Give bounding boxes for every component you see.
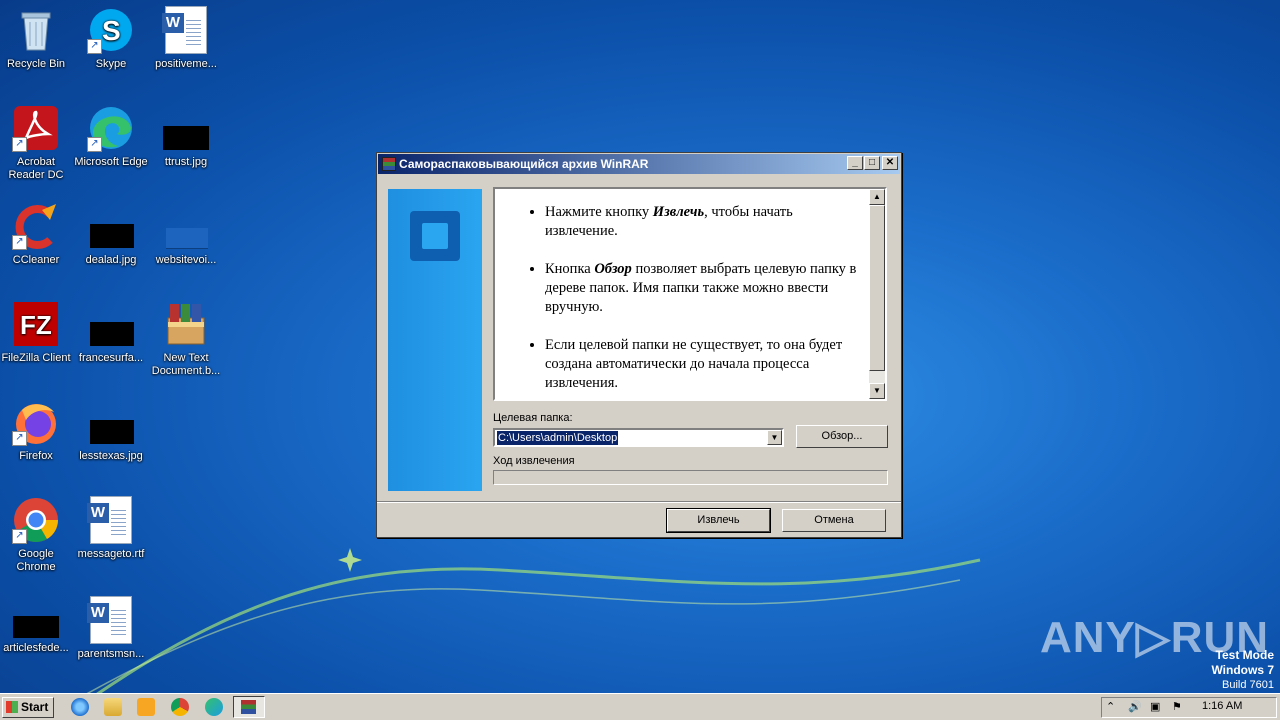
file-explorer-icon[interactable] bbox=[104, 698, 122, 716]
desktop-icon-positiveme[interactable]: W positiveme... bbox=[148, 6, 224, 71]
desktop-icon-recycle-bin[interactable]: Recycle Bin bbox=[0, 6, 74, 71]
edge-taskbar-icon[interactable] bbox=[205, 698, 223, 716]
desktop-icon-articlesfede[interactable]: articlesfede... bbox=[0, 604, 74, 655]
extraction-progress-bar bbox=[493, 470, 888, 485]
image-file-icon bbox=[87, 398, 135, 446]
browse-button[interactable]: Обзор... bbox=[796, 425, 888, 448]
scroll-thumb[interactable] bbox=[869, 205, 885, 371]
desktop-icon-francesurfa[interactable]: francesurfa... bbox=[73, 300, 149, 365]
image-file-icon bbox=[87, 202, 135, 250]
shortcut-arrow-icon: ↗ bbox=[12, 431, 27, 446]
image-file-icon bbox=[162, 202, 210, 250]
instructions-text[interactable]: Нажмите кнопку Извлечь, чтобы начать изв… bbox=[493, 187, 887, 401]
instruction-item: Кнопка Обзор позволяет выбрать целевую п… bbox=[545, 260, 863, 317]
start-button[interactable]: Start bbox=[2, 697, 54, 718]
scroll-down-button[interactable]: ▼ bbox=[869, 383, 885, 399]
desktop-icon-chrome[interactable]: ↗ Google Chrome bbox=[0, 496, 74, 574]
desktop-icon-lesstexas[interactable]: lesstexas.jpg bbox=[73, 398, 149, 463]
test-mode-line: Test Mode bbox=[1215, 648, 1274, 662]
minimize-button[interactable]: _ bbox=[847, 156, 863, 170]
winrar-side-banner bbox=[388, 189, 482, 491]
desktop-icon-firefox[interactable]: ↗ Firefox bbox=[0, 398, 74, 463]
vertical-scrollbar[interactable]: ▲ ▼ bbox=[869, 189, 885, 399]
instructions-list: Нажмите кнопку Извлечь, чтобы начать изв… bbox=[495, 203, 885, 393]
test-mode-notice: Test Mode Windows 7 Build 7601 bbox=[1211, 648, 1274, 693]
build-line: Build 7601 bbox=[1222, 679, 1274, 691]
media-player-icon[interactable] bbox=[137, 698, 155, 716]
clock[interactable]: 1:16 AM bbox=[1202, 700, 1242, 712]
winrar-icon bbox=[241, 700, 256, 714]
title-bar[interactable]: Самораспаковывающийся архив WinRAR _ □ ✕ bbox=[378, 154, 900, 174]
action-center-flag-icon[interactable]: ⚑ bbox=[1172, 700, 1182, 713]
cancel-button[interactable]: Отмена bbox=[782, 509, 886, 532]
winrar-taskbar-button[interactable] bbox=[233, 696, 265, 718]
chevron-up-icon[interactable]: ⌃ bbox=[1106, 700, 1115, 713]
winrar-logo-icon bbox=[410, 211, 460, 261]
desktop-icon-skype[interactable]: S ↗ Skype bbox=[73, 6, 149, 71]
maximize-button[interactable]: □ bbox=[864, 156, 880, 170]
window-title: Самораспаковывающийся архив WinRAR bbox=[399, 157, 649, 171]
desktop-icon-new-text-document[interactable]: New Text Document.b... bbox=[148, 300, 224, 378]
shortcut-arrow-icon: ↗ bbox=[12, 235, 27, 250]
extract-button[interactable]: Извлечь bbox=[666, 508, 771, 533]
word-document-icon: W bbox=[162, 6, 207, 54]
destination-folder-label: Целевая папка: bbox=[493, 412, 573, 424]
progress-label: Ход извлечения bbox=[493, 455, 575, 467]
winrar-archive-icon bbox=[162, 300, 210, 348]
ccleaner-icon: ↗ bbox=[12, 202, 60, 250]
skype-icon: S ↗ bbox=[87, 6, 135, 54]
instruction-item: Нажмите кнопку Извлечь, чтобы начать изв… bbox=[545, 203, 863, 241]
desktop-icon-dealad[interactable]: dealad.jpg bbox=[73, 202, 149, 267]
recycle-bin-icon bbox=[12, 6, 60, 54]
chrome-taskbar-icon[interactable] bbox=[171, 698, 189, 716]
filezilla-icon: FZ bbox=[12, 300, 60, 348]
desktop-icon-filezilla[interactable]: FZ FileZilla Client bbox=[0, 300, 74, 365]
system-tray: ⌃ 🔊 ▣ ⚑ 1:16 AM bbox=[1101, 697, 1277, 718]
shortcut-arrow-icon: ↗ bbox=[12, 137, 27, 152]
windows-version-line: Windows 7 bbox=[1211, 663, 1274, 677]
word-document-icon: W bbox=[87, 496, 132, 544]
destination-folder-value: C:\Users\admin\Desktop bbox=[497, 431, 619, 445]
shortcut-arrow-icon: ↗ bbox=[87, 39, 102, 54]
close-button[interactable]: ✕ bbox=[882, 156, 898, 170]
image-file-icon bbox=[12, 604, 60, 638]
desktop-icon-ccleaner[interactable]: ↗ CCleaner bbox=[0, 202, 74, 267]
instruction-item: Если целевой папки не существует, то она… bbox=[545, 336, 863, 393]
desktop-icon-parentsmsn[interactable]: W parentsmsn... bbox=[73, 596, 149, 661]
internet-explorer-icon[interactable] bbox=[71, 698, 89, 716]
svg-text:S: S bbox=[102, 15, 121, 46]
acrobat-icon: ↗ bbox=[12, 104, 60, 152]
desktop-icon-messageto[interactable]: W messageto.rtf bbox=[73, 496, 149, 561]
desktop-icon-ttrust[interactable]: ttrust.jpg bbox=[148, 104, 224, 169]
network-icon[interactable]: ▣ bbox=[1150, 700, 1160, 713]
desktop-icon-edge[interactable]: ↗ Microsoft Edge bbox=[73, 104, 149, 169]
image-file-icon bbox=[87, 300, 135, 348]
image-file-icon bbox=[162, 104, 210, 152]
svg-text:FZ: FZ bbox=[20, 310, 52, 340]
shortcut-arrow-icon: ↗ bbox=[87, 137, 102, 152]
desktop-icon-acrobat[interactable]: ↗ Acrobat Reader DC bbox=[0, 104, 74, 182]
chevron-down-icon[interactable]: ▼ bbox=[767, 430, 782, 445]
shortcut-arrow-icon: ↗ bbox=[12, 529, 27, 544]
separator bbox=[377, 501, 901, 503]
scroll-up-button[interactable]: ▲ bbox=[869, 189, 885, 205]
winrar-sfx-dialog: Самораспаковывающийся архив WinRAR _ □ ✕… bbox=[376, 152, 902, 538]
winrar-icon bbox=[382, 157, 396, 171]
volume-icon[interactable]: 🔊 bbox=[1128, 700, 1142, 713]
word-document-icon: W bbox=[87, 596, 132, 644]
taskbar: Start ⌃ 🔊 ▣ ⚑ 1:16 AM bbox=[0, 693, 1280, 720]
desktop-icon-websitevoi[interactable]: websitevoi... bbox=[148, 202, 224, 267]
chrome-icon: ↗ bbox=[12, 496, 60, 544]
edge-icon: ↗ bbox=[87, 104, 135, 152]
firefox-icon: ↗ bbox=[12, 398, 60, 446]
start-label: Start bbox=[21, 700, 49, 714]
destination-folder-combo[interactable]: C:\Users\admin\Desktop ▼ bbox=[493, 428, 784, 447]
windows-logo-icon bbox=[6, 701, 18, 713]
